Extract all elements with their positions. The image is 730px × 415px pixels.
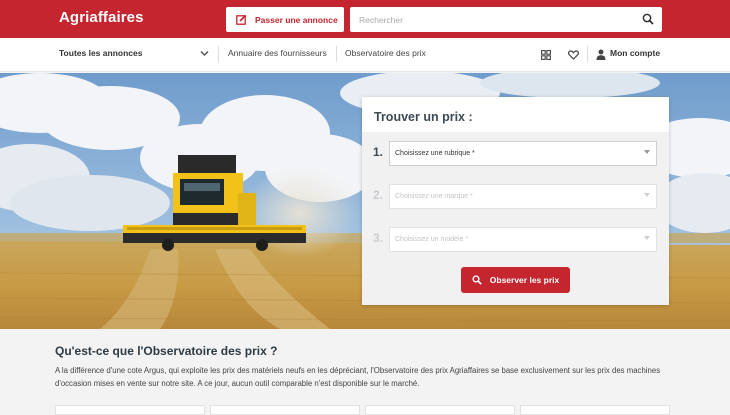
top-bar: Agriaffaires Passer une annonce	[0, 0, 730, 38]
caret-down-icon	[644, 150, 650, 154]
nav-divider	[336, 46, 337, 62]
step-number: 3.	[373, 231, 384, 245]
observe-prices-label: Observer les prix	[489, 275, 560, 285]
feature-card	[520, 405, 670, 415]
price-finder-panel: Trouver un prix : 1. Choisissez une rubr…	[362, 97, 669, 305]
caret-down-icon	[644, 236, 650, 240]
search-bar	[350, 7, 662, 32]
site-logo[interactable]: Agriaffaires	[59, 9, 144, 26]
feature-card	[55, 405, 205, 415]
search-icon	[472, 275, 482, 285]
nav-price-observatory[interactable]: Observatoire des prix	[345, 48, 426, 58]
observe-prices-button[interactable]: Observer les prix	[461, 267, 570, 293]
finder-form: 1. Choisissez une rubrique * 2. Choisiss…	[362, 132, 669, 305]
nav-divider	[218, 46, 219, 62]
grid-icon[interactable]	[541, 50, 551, 60]
post-ad-label: Passer une annonce	[255, 14, 338, 25]
user-icon	[596, 49, 606, 60]
feature-card	[210, 405, 360, 415]
main-nav: Toutes les annonces Annuaire des fournis…	[0, 38, 730, 72]
account-link[interactable]: Mon compte	[610, 48, 660, 58]
nav-divider	[587, 46, 588, 62]
model-select-placeholder: Choisissez un modèle *	[395, 236, 469, 243]
info-text: A la différence d'une cote Argus, qui ex…	[55, 366, 661, 388]
nav-all-ads[interactable]: Toutes les annonces	[59, 48, 142, 58]
model-select[interactable]: Choisissez un modèle *	[389, 227, 657, 252]
step-number: 1.	[373, 145, 384, 159]
category-select[interactable]: Choisissez une rubrique *	[389, 141, 657, 166]
brand-select-placeholder: Choisissez une marque *	[395, 193, 473, 200]
info-title: Qu'est-ce que l'Observatoire des prix ?	[55, 344, 278, 358]
heart-icon[interactable]	[568, 50, 579, 60]
feature-card	[365, 405, 515, 415]
step-number: 2.	[373, 188, 384, 202]
nav-suppliers[interactable]: Annuaire des fournisseurs	[228, 48, 327, 58]
caret-down-icon	[644, 193, 650, 197]
search-input[interactable]	[350, 7, 630, 32]
post-ad-button[interactable]: Passer une annonce	[226, 7, 344, 32]
search-icon[interactable]	[642, 13, 654, 25]
edit-icon	[236, 14, 247, 25]
finder-title: Trouver un prix :	[374, 110, 473, 124]
chevron-down-icon[interactable]	[200, 50, 209, 57]
category-select-placeholder: Choisissez une rubrique *	[395, 150, 475, 157]
info-section: Qu'est-ce que l'Observatoire des prix ? …	[0, 329, 730, 415]
brand-select[interactable]: Choisissez une marque *	[389, 184, 657, 209]
